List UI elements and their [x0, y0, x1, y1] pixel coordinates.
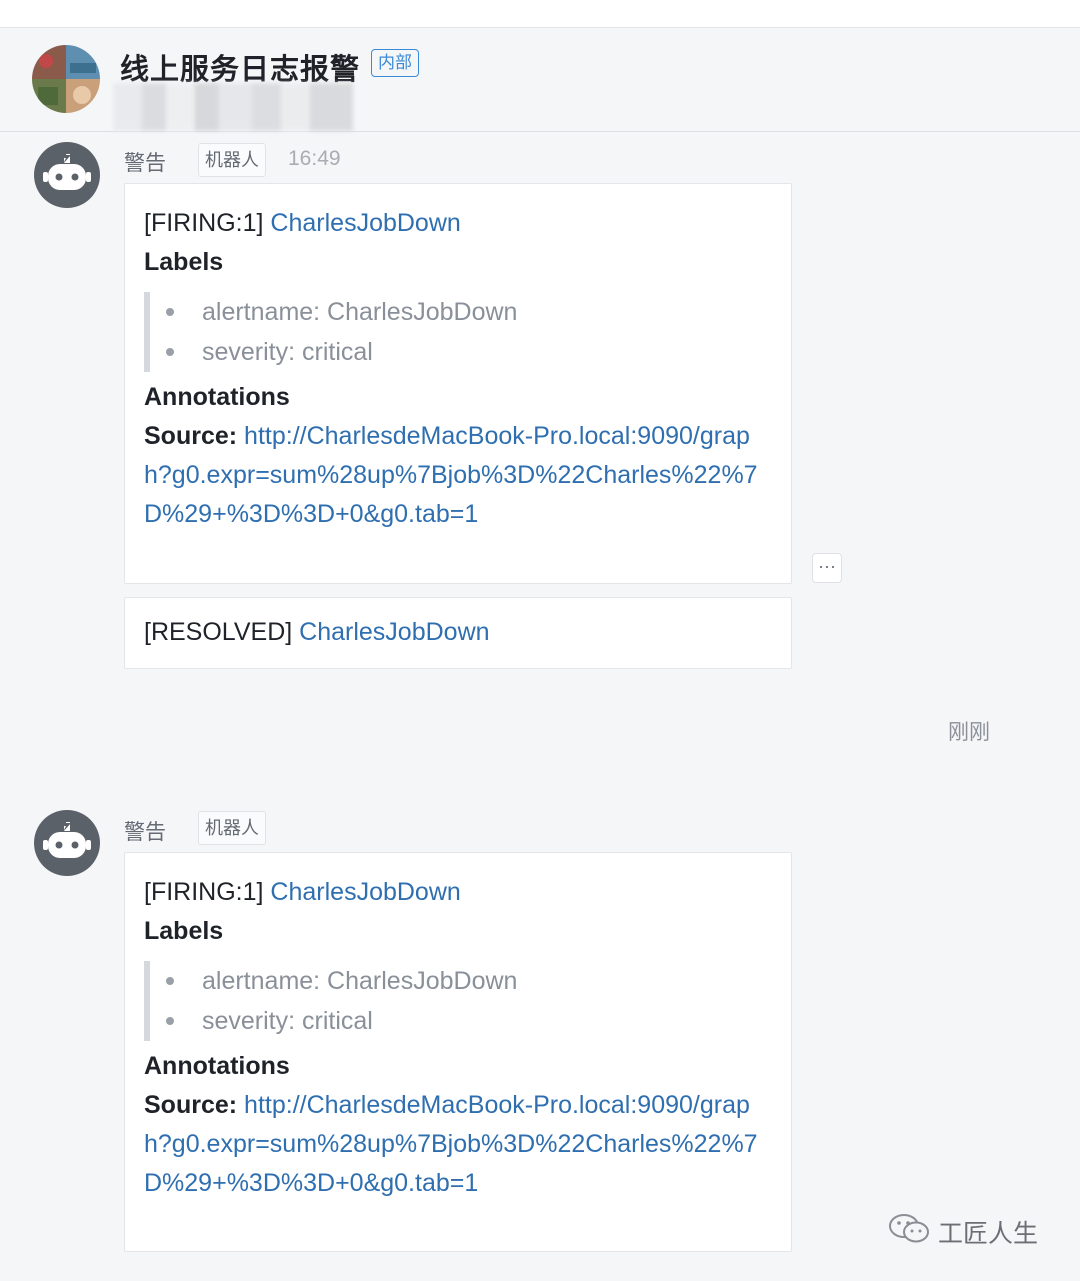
alert-status: [FIRING:1] — [144, 209, 264, 237]
alert-title-line: [RESOLVED] CharlesJobDown — [144, 613, 772, 652]
read-status: 刚刚 — [948, 721, 990, 744]
label-item: alertname: CharlesJobDown — [164, 292, 772, 332]
robot-icon[interactable] — [34, 142, 100, 208]
bot-tag: 机器人 — [198, 811, 266, 845]
alert-card-firing: [FIRING:1] CharlesJobDown Labels alertna… — [124, 852, 792, 1252]
sender-name: 警告 — [124, 821, 166, 844]
group-name: 线上服务日志报警 — [120, 54, 361, 86]
labels-heading: Labels — [144, 248, 224, 276]
source-label: Source: — [144, 422, 238, 450]
source-url-link[interactable]: http://CharlesdeMacBook-Pro.local:9090/g… — [144, 422, 758, 528]
alert-card-firing: [FIRING:1] CharlesJobDown Labels alertna… — [124, 183, 792, 584]
bullet-icon — [166, 308, 174, 316]
alert-status: [RESOLVED] — [144, 618, 293, 646]
label-item: alertname: CharlesJobDown — [164, 961, 772, 1001]
alert-title-line: [FIRING:1] CharlesJobDown — [144, 873, 772, 912]
window-top-bar — [0, 0, 1080, 28]
alert-name-link[interactable]: CharlesJobDown — [270, 209, 460, 237]
label-text: severity: critical — [202, 338, 373, 366]
alert-card-resolved: [RESOLVED] CharlesJobDown — [124, 597, 792, 669]
annotations-heading: Annotations — [144, 1052, 290, 1080]
chat-header: 线上服务日志报警 内部 — [0, 28, 1080, 132]
alert-name-link[interactable]: CharlesJobDown — [299, 618, 489, 646]
label-item: severity: critical — [164, 332, 772, 372]
source-url-link[interactable]: http://CharlesdeMacBook-Pro.local:9090/g… — [144, 1091, 758, 1197]
watermark: 工匠人生 — [888, 1212, 1038, 1252]
source-line: Source: http://CharlesdeMacBook-Pro.loca… — [144, 1086, 772, 1203]
labels-quote: alertname: CharlesJobDown severity: crit… — [144, 292, 772, 372]
alert-name-link[interactable]: CharlesJobDown — [270, 878, 460, 906]
label-text: severity: critical — [202, 1007, 373, 1035]
bullet-icon — [166, 348, 174, 356]
more-options-button[interactable]: ··· — [812, 553, 842, 583]
wechat-icon — [888, 1213, 932, 1252]
group-avatar[interactable] — [32, 45, 100, 113]
watermark-text: 工匠人生 — [938, 1220, 1039, 1248]
annotations-heading: Annotations — [144, 383, 290, 411]
alert-status: [FIRING:1] — [144, 878, 264, 906]
message-time: 16:49 — [288, 147, 341, 170]
source-label: Source: — [144, 1091, 238, 1119]
alert-title-line: [FIRING:1] CharlesJobDown — [144, 204, 772, 243]
source-line: Source: http://CharlesdeMacBook-Pro.loca… — [144, 417, 772, 534]
bullet-icon — [166, 977, 174, 985]
robot-icon[interactable] — [34, 810, 100, 876]
bullet-icon — [166, 1017, 174, 1025]
label-item: severity: critical — [164, 1001, 772, 1041]
internal-tag: 内部 — [371, 49, 419, 77]
sender-name: 警告 — [124, 152, 166, 175]
label-text: alertname: CharlesJobDown — [202, 298, 518, 326]
labels-heading: Labels — [144, 917, 224, 945]
label-text: alertname: CharlesJobDown — [202, 967, 518, 995]
blurred-member-list — [113, 83, 353, 131]
labels-quote: alertname: CharlesJobDown severity: crit… — [144, 961, 772, 1041]
bot-tag: 机器人 — [198, 143, 266, 177]
